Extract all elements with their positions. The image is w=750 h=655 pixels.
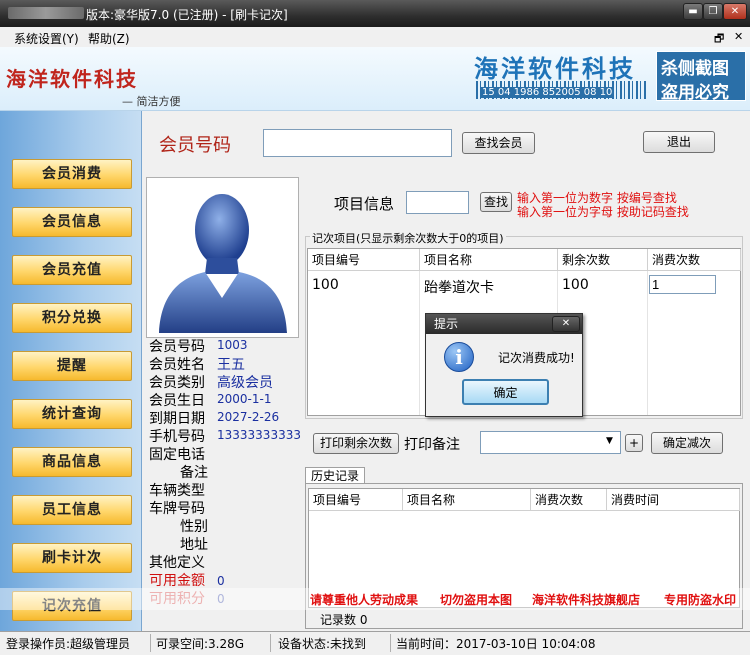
watermark-text-1: 请尊重他人劳动成果	[310, 593, 419, 607]
logo-text: 海洋软件科技	[6, 67, 138, 91]
member-number-label: 会员号码	[159, 135, 231, 156]
nav-member-info[interactable]: 会员信息	[12, 207, 132, 237]
nav-reminder[interactable]: 提醒	[12, 351, 132, 381]
table-row-item-name[interactable]: 跆拳道次卡	[424, 277, 494, 297]
left-nav: 会员消费 会员信息 会员充值 积分兑换 提醒 统计查询 商品信息 员工信息 刷卡…	[0, 111, 142, 631]
history-col-time: 消费时间	[607, 489, 740, 511]
field-value-member-no: 1003	[217, 338, 248, 352]
close-window-button[interactable]: ✕	[723, 3, 747, 20]
avatar-icon	[159, 194, 287, 333]
title-bar: 版本:豪华版7.0 (已注册) - [刷卡记次] ▬ ❐ ✕	[0, 0, 750, 27]
count-items-group-title: 记次项目(只显示剩余次数大于0的项目)	[310, 230, 506, 246]
search-member-button[interactable]: 查找会员	[462, 132, 535, 154]
status-operator: 登录操作员:超级管理员	[6, 637, 131, 651]
print-remaining-button[interactable]: 打印剩余次数	[313, 433, 399, 454]
nav-staff-info[interactable]: 员工信息	[12, 495, 132, 525]
field-label-other: 其他定义	[149, 555, 205, 571]
tab-history[interactable]: 历史记录	[305, 467, 365, 484]
history-col-item-no: 项目编号	[309, 489, 403, 511]
item-search-button[interactable]: 查找	[480, 192, 512, 212]
dialog-ok-button[interactable]: 确定	[462, 379, 549, 405]
exit-button[interactable]: 退出	[643, 131, 715, 153]
field-label-category: 会员类别	[149, 375, 205, 391]
chevron-down-icon[interactable]: ▼	[606, 436, 613, 446]
field-value-birthday: 2000-1-1	[217, 392, 272, 406]
menu-help[interactable]: 帮助(Z)	[88, 30, 130, 47]
watermark-text-4: 专用防盗水印	[664, 593, 737, 607]
field-value-expiry: 2027-2-26	[217, 410, 280, 424]
status-time: 当前时间：2017-03-10日 10:04:08	[396, 637, 596, 651]
history-col-item-name: 项目名称	[403, 489, 531, 511]
item-info-label: 项目信息	[334, 195, 395, 213]
field-value-category: 高级会员	[217, 375, 273, 391]
window-title: 版本:豪华版7.0 (已注册) - [刷卡记次]	[86, 8, 288, 22]
item-info-input[interactable]	[406, 191, 469, 214]
field-value-mobile: 13333333333	[217, 428, 301, 442]
field-label-vehicle-type: 车辆类型	[149, 483, 205, 499]
status-space: 可录空间:3.28G	[156, 637, 245, 651]
barcode-number: 15 04 1986 852005 08 10	[480, 87, 615, 98]
field-label-member-no: 会员号码	[149, 339, 205, 355]
field-label-mobile: 手机号码	[149, 429, 205, 445]
col-header-consume: 消费次数	[648, 249, 741, 271]
header-banner: 海洋软件科技 — 简洁方便 海洋软件科技 15 04 1986 852005 0…	[0, 47, 750, 111]
field-label-plate: 车牌号码	[149, 501, 205, 517]
slogan: — 简洁方便	[122, 95, 181, 108]
field-label-phone: 固定电话	[149, 447, 205, 463]
watermark-text-2: 切勿盗用本图	[440, 593, 513, 607]
confirm-deduct-button[interactable]: 确定减次	[651, 432, 723, 454]
history-col-consume: 消费次数	[531, 489, 607, 511]
maximize-button[interactable]: ❐	[703, 3, 723, 20]
print-note-label: 打印备注	[404, 437, 460, 453]
menu-system-settings[interactable]: 系统设置(Y)	[14, 30, 79, 47]
nav-statistics[interactable]: 统计查询	[12, 399, 132, 429]
record-count: 记录数 0	[320, 613, 368, 627]
menu-bar: 系统设置(Y) 帮助(Z) 🗗 ✕	[0, 27, 750, 47]
nav-card-count[interactable]: 刷卡计次	[12, 543, 132, 573]
member-number-input[interactable]	[263, 129, 452, 157]
search-hint-letter: 输入第一位为字母 按助记码查找	[517, 205, 689, 219]
field-label-birthday: 会员生日	[149, 393, 205, 409]
col-header-item-name: 项目名称	[420, 249, 558, 271]
message-dialog: 提示 ✕ i 记次消费成功! 确定	[425, 313, 583, 417]
consume-count-input[interactable]	[649, 275, 716, 294]
field-label-gender: 性别	[180, 519, 208, 535]
col-header-item-no: 项目编号	[308, 249, 420, 271]
table-row-remaining[interactable]: 100	[562, 277, 589, 293]
status-device: 设备状态:未找到	[278, 637, 367, 651]
field-label-expiry: 到期日期	[149, 411, 205, 427]
info-icon: i	[444, 342, 474, 372]
nav-member-consume[interactable]: 会员消费	[12, 159, 132, 189]
mdi-close-icon[interactable]: ✕	[734, 30, 743, 43]
table-row-item-no[interactable]: 100	[312, 277, 339, 293]
field-label-note: 备注	[180, 465, 208, 481]
dialog-close-button[interactable]: ✕	[552, 316, 580, 332]
nav-points-exchange[interactable]: 积分兑换	[12, 303, 132, 333]
dialog-message: 记次消费成功!	[498, 351, 575, 365]
col-header-remaining: 剩余次数	[558, 249, 648, 271]
nav-member-recharge[interactable]: 会员充值	[12, 255, 132, 285]
brand-text: 海洋软件科技	[474, 54, 636, 83]
field-label-balance: 可用金额	[149, 573, 205, 589]
print-note-select[interactable]: ▼	[480, 431, 621, 454]
watermark-text-3: 海洋软件科技旗舰店	[532, 593, 641, 607]
add-note-button[interactable]: +	[625, 434, 643, 452]
field-value-name: 王五	[217, 357, 245, 373]
status-bar: 登录操作员:超级管理员 可录空间:3.28G 设备状态:未找到 当前时间：201…	[0, 631, 750, 655]
minimize-button[interactable]: ▬	[683, 3, 703, 20]
nav-product-info[interactable]: 商品信息	[12, 447, 132, 477]
field-value-balance: 0	[217, 574, 225, 588]
field-label-name: 会员姓名	[149, 357, 205, 373]
watermark-stamp: 杀侧截图 盗用必究	[656, 51, 746, 103]
field-label-address: 地址	[180, 537, 208, 553]
app-name-blurred	[8, 7, 84, 19]
member-photo-frame	[146, 177, 299, 338]
